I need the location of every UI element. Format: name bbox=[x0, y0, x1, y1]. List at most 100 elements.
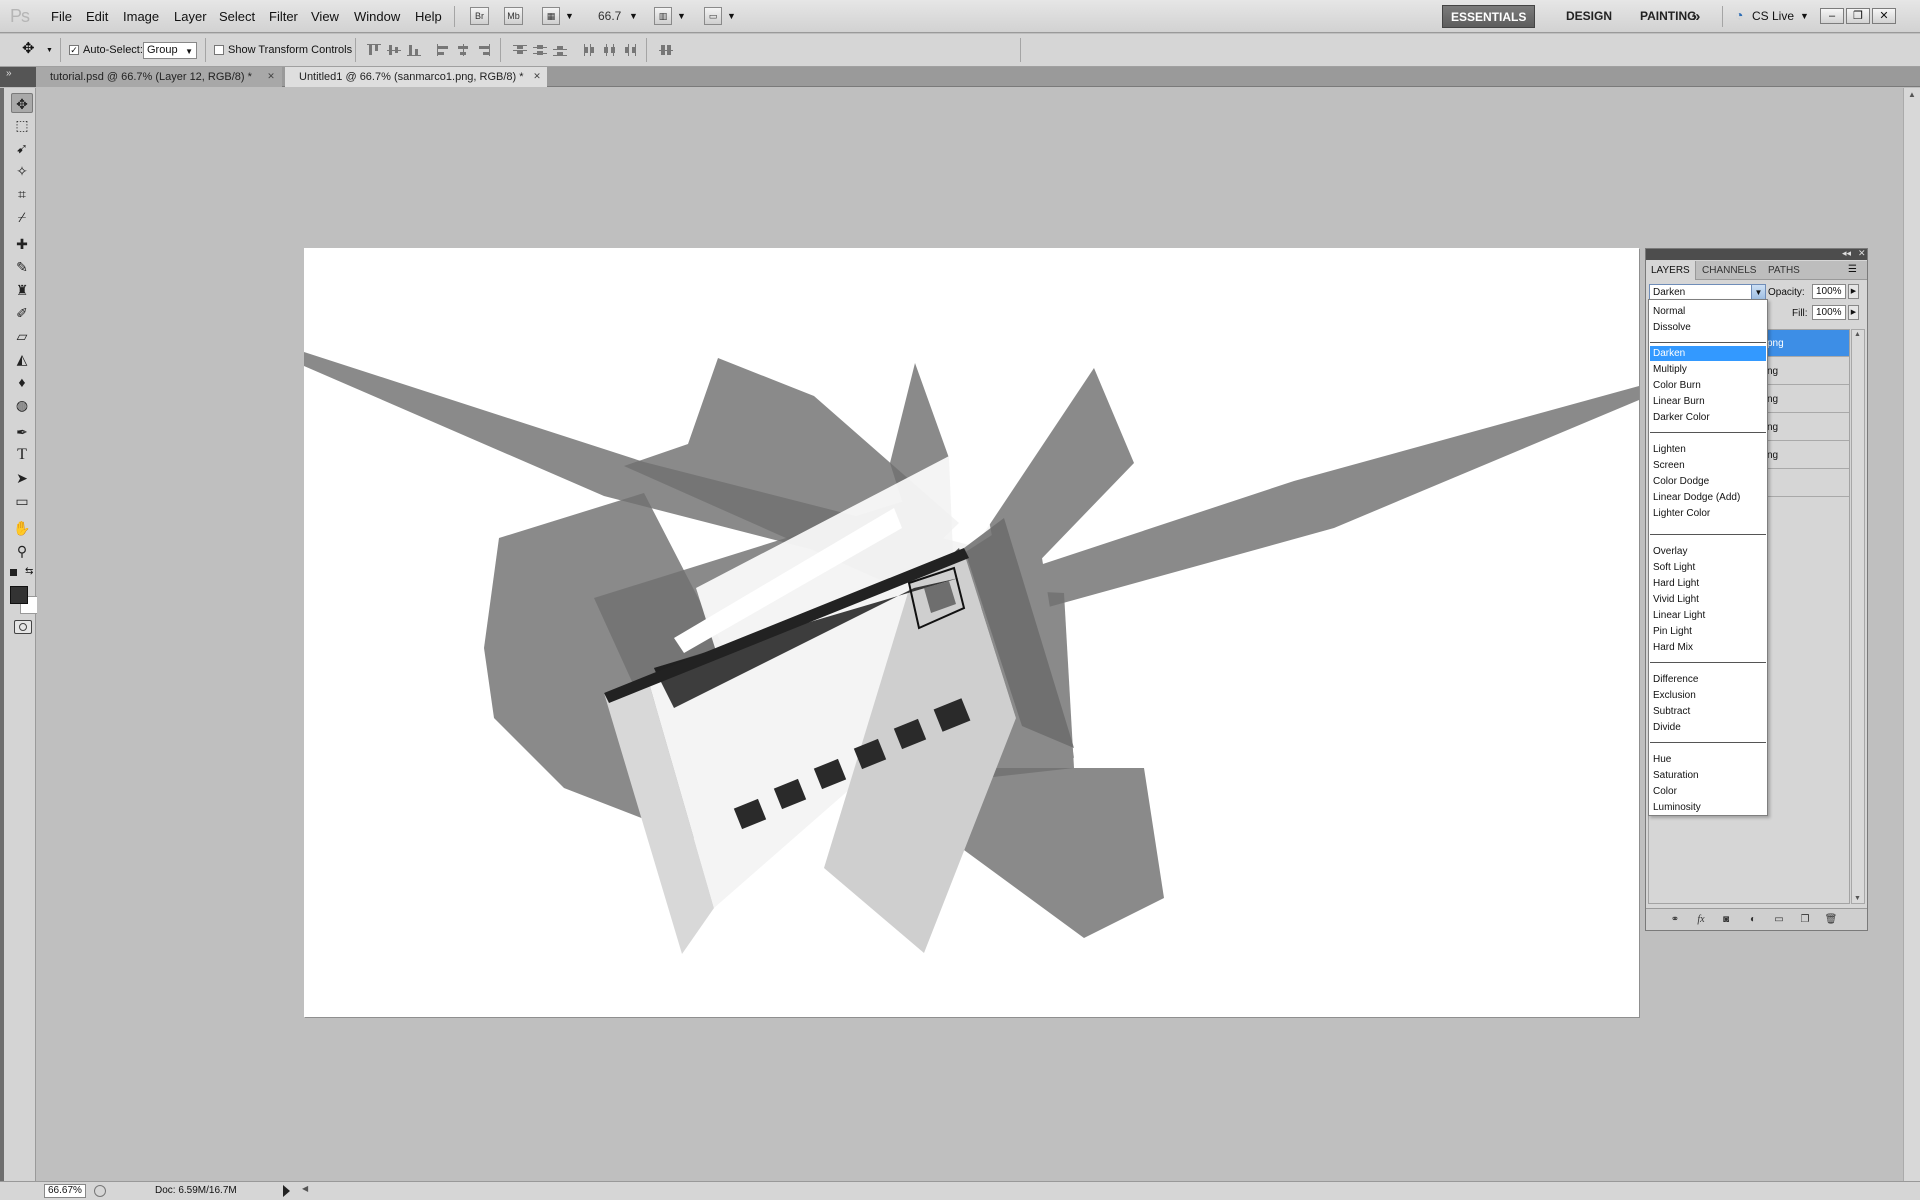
layer-style-icon[interactable]: fx bbox=[1694, 913, 1708, 926]
blend-option-saturation[interactable]: Saturation bbox=[1650, 768, 1766, 783]
zoom-tool-icon[interactable]: ⚲ bbox=[11, 541, 33, 561]
minimize-button[interactable]: – bbox=[1820, 8, 1844, 24]
close-icon[interactable]: ✕ bbox=[532, 72, 542, 82]
lasso-tool-icon[interactable]: ➹ bbox=[11, 138, 33, 158]
show-transform-checkbox[interactable] bbox=[214, 45, 224, 55]
new-group-icon[interactable]: ▭ bbox=[1772, 913, 1786, 926]
align-bottom-icon[interactable] bbox=[406, 43, 422, 57]
crop-tool-icon[interactable]: ⌗ bbox=[11, 184, 33, 204]
blend-option-hard-mix[interactable]: Hard Mix bbox=[1650, 640, 1766, 655]
cs-live-icon[interactable]: ◔ bbox=[1735, 7, 1743, 23]
eraser-tool-icon[interactable]: ▱ bbox=[11, 326, 33, 346]
move-tool-icon[interactable]: ✥ bbox=[11, 93, 33, 113]
path-selection-tool-icon[interactable]: ➤ bbox=[11, 468, 33, 488]
menu-edit[interactable]: Edit bbox=[86, 9, 108, 24]
add-mask-icon[interactable]: ◙ bbox=[1719, 913, 1733, 926]
blend-option-color[interactable]: Color bbox=[1650, 784, 1766, 799]
chevron-down-icon[interactable]: ▼ bbox=[677, 11, 686, 21]
scroll-up-icon[interactable]: ▲ bbox=[1854, 331, 1861, 338]
mini-bridge-button[interactable]: Mb bbox=[504, 7, 523, 25]
chevron-down-icon[interactable]: ▼ bbox=[629, 11, 638, 21]
chevron-down-icon[interactable]: ▼ bbox=[565, 11, 574, 21]
paint-bucket-tool-icon[interactable]: ◭ bbox=[11, 349, 33, 369]
close-icon[interactable]: ✕ bbox=[1858, 248, 1866, 259]
blend-option-exclusion[interactable]: Exclusion bbox=[1650, 688, 1766, 703]
menu-image[interactable]: Image bbox=[123, 9, 159, 24]
clone-stamp-tool-icon[interactable]: ♜ bbox=[11, 280, 33, 300]
menu-view[interactable]: View bbox=[311, 9, 339, 24]
blend-option-pin-light[interactable]: Pin Light bbox=[1650, 624, 1766, 639]
menu-filter[interactable]: Filter bbox=[269, 9, 298, 24]
blend-option-linear-burn[interactable]: Linear Burn bbox=[1650, 394, 1766, 409]
adjustment-layer-icon[interactable]: ◐ bbox=[1746, 913, 1760, 926]
default-colors-icon[interactable] bbox=[10, 569, 17, 576]
toolbox-header[interactable]: » bbox=[0, 67, 36, 87]
blend-option-soft-light[interactable]: Soft Light bbox=[1650, 560, 1766, 575]
collapse-panel-icon[interactable]: ◂◂ bbox=[1842, 248, 1851, 259]
blend-option-linear-light[interactable]: Linear Light bbox=[1650, 608, 1766, 623]
swap-colors-icon[interactable]: ⇆ bbox=[25, 566, 33, 577]
blend-option-color-dodge[interactable]: Color Dodge bbox=[1650, 474, 1766, 489]
more-workspaces-button[interactable]: » bbox=[1684, 5, 1708, 28]
new-layer-icon[interactable]: ❐ bbox=[1798, 913, 1812, 926]
document-canvas[interactable] bbox=[304, 248, 1639, 1017]
zoom-level-field[interactable]: 66.7 bbox=[598, 9, 621, 23]
scroll-left-icon[interactable]: ◀ bbox=[302, 1184, 308, 1193]
delete-layer-icon[interactable]: 🗑 bbox=[1824, 913, 1838, 926]
blend-option-divide[interactable]: Divide bbox=[1650, 720, 1766, 735]
menu-file[interactable]: File bbox=[51, 9, 72, 24]
tab-layers[interactable]: LAYERS bbox=[1646, 261, 1696, 280]
distribute-top-icon[interactable] bbox=[512, 43, 528, 57]
blend-option-hue[interactable]: Hue bbox=[1650, 752, 1766, 767]
quick-selection-tool-icon[interactable]: ✧ bbox=[11, 161, 33, 181]
distribute-vertical-center-icon[interactable] bbox=[532, 43, 548, 57]
blend-option-vivid-light[interactable]: Vivid Light bbox=[1650, 592, 1766, 607]
align-left-icon[interactable] bbox=[436, 43, 452, 57]
align-horizontal-center-icon[interactable] bbox=[456, 43, 472, 57]
foreground-color-swatch[interactable] bbox=[10, 586, 28, 604]
tab-tutorial-psd[interactable]: tutorial.psd @ 66.7% (Layer 12, RGB/8) *… bbox=[36, 67, 282, 87]
blend-option-multiply[interactable]: Multiply bbox=[1650, 362, 1766, 377]
healing-brush-tool-icon[interactable]: ✚ bbox=[11, 234, 33, 254]
distribute-left-icon[interactable] bbox=[582, 43, 598, 57]
menu-window[interactable]: Window bbox=[354, 9, 400, 24]
distribute-right-icon[interactable] bbox=[622, 43, 638, 57]
marquee-tool-icon[interactable]: ⬚ bbox=[11, 115, 33, 135]
workspace-essentials[interactable]: ESSENTIALS bbox=[1442, 5, 1536, 28]
status-zoom-field[interactable]: 66.67% bbox=[44, 1184, 86, 1198]
blend-option-overlay[interactable]: Overlay bbox=[1650, 544, 1766, 559]
tab-channels[interactable]: CHANNELS bbox=[1697, 261, 1761, 280]
view-extras-icon[interactable]: ▦ bbox=[542, 7, 560, 25]
blur-tool-icon[interactable]: ♦ bbox=[11, 372, 33, 392]
scroll-down-icon[interactable]: ▼ bbox=[1854, 895, 1861, 902]
quick-mask-icon[interactable] bbox=[14, 620, 32, 634]
arrange-documents-icon[interactable]: ▥ bbox=[654, 7, 672, 25]
align-right-icon[interactable] bbox=[476, 43, 492, 57]
blend-option-lighter-color[interactable]: Lighter Color bbox=[1650, 506, 1766, 521]
scroll-up-icon[interactable]: ▲ bbox=[1908, 90, 1916, 99]
blend-option-linear-dodge[interactable]: Linear Dodge (Add) bbox=[1650, 490, 1766, 505]
workspace-design[interactable]: DESIGN bbox=[1558, 5, 1620, 28]
menu-select[interactable]: Select bbox=[219, 9, 255, 24]
close-window-button[interactable]: ✕ bbox=[1872, 8, 1896, 24]
blend-option-darken[interactable]: Darken bbox=[1650, 346, 1766, 361]
fill-field[interactable]: 100% bbox=[1812, 305, 1846, 320]
menu-layer[interactable]: Layer bbox=[174, 9, 207, 24]
align-vertical-center-icon[interactable] bbox=[386, 43, 402, 57]
layers-scrollbar[interactable]: ▲ ▼ bbox=[1851, 329, 1865, 904]
tab-untitled1[interactable]: Untitled1 @ 66.7% (sanmarco1.png, RGB/8)… bbox=[285, 67, 547, 87]
panel-menu-icon[interactable]: ☰ bbox=[1848, 264, 1857, 275]
auto-select-dropdown[interactable]: Group ▼ bbox=[143, 42, 197, 59]
blend-option-darker-color[interactable]: Darker Color bbox=[1650, 410, 1766, 425]
pen-tool-icon[interactable]: ✒ bbox=[11, 422, 33, 442]
chevron-down-icon[interactable]: ▼ bbox=[1800, 11, 1809, 21]
blend-option-screen[interactable]: Screen bbox=[1650, 458, 1766, 473]
tab-paths[interactable]: PATHS bbox=[1763, 261, 1805, 280]
history-brush-tool-icon[interactable]: ✐ bbox=[11, 303, 33, 323]
blend-option-luminosity[interactable]: Luminosity bbox=[1650, 800, 1766, 815]
chevron-down-icon[interactable]: ▼ bbox=[727, 11, 736, 21]
blend-option-normal[interactable]: Normal bbox=[1650, 304, 1766, 319]
panel-header[interactable]: ◂◂ ✕ bbox=[1646, 248, 1867, 260]
blend-option-color-burn[interactable]: Color Burn bbox=[1650, 378, 1766, 393]
screen-mode-icon[interactable]: ▭ bbox=[704, 7, 722, 25]
